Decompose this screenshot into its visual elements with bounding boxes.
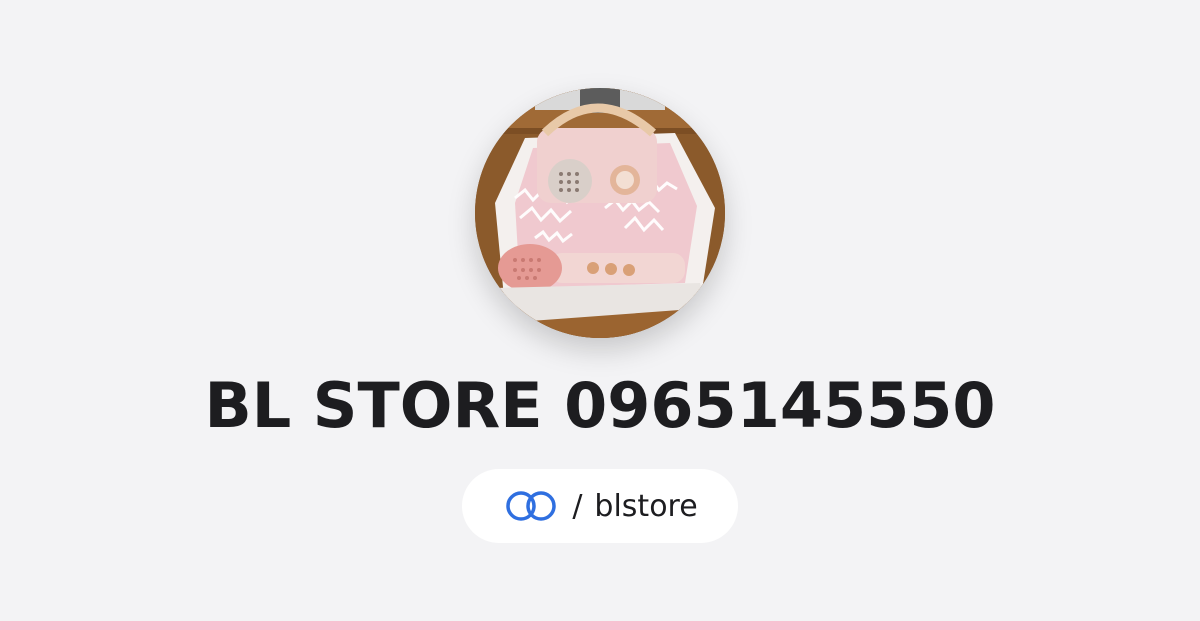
product-photo-image	[475, 88, 725, 338]
profile-avatar	[475, 88, 725, 338]
handle-separator: /	[572, 488, 583, 524]
linktree-rings-icon	[502, 488, 560, 524]
accent-bar	[0, 621, 1200, 630]
handle-name: blstore	[594, 488, 698, 524]
profile-title: BL STORE 0965145550	[204, 369, 996, 442]
profile-handle-link[interactable]: / blstore	[462, 469, 738, 543]
